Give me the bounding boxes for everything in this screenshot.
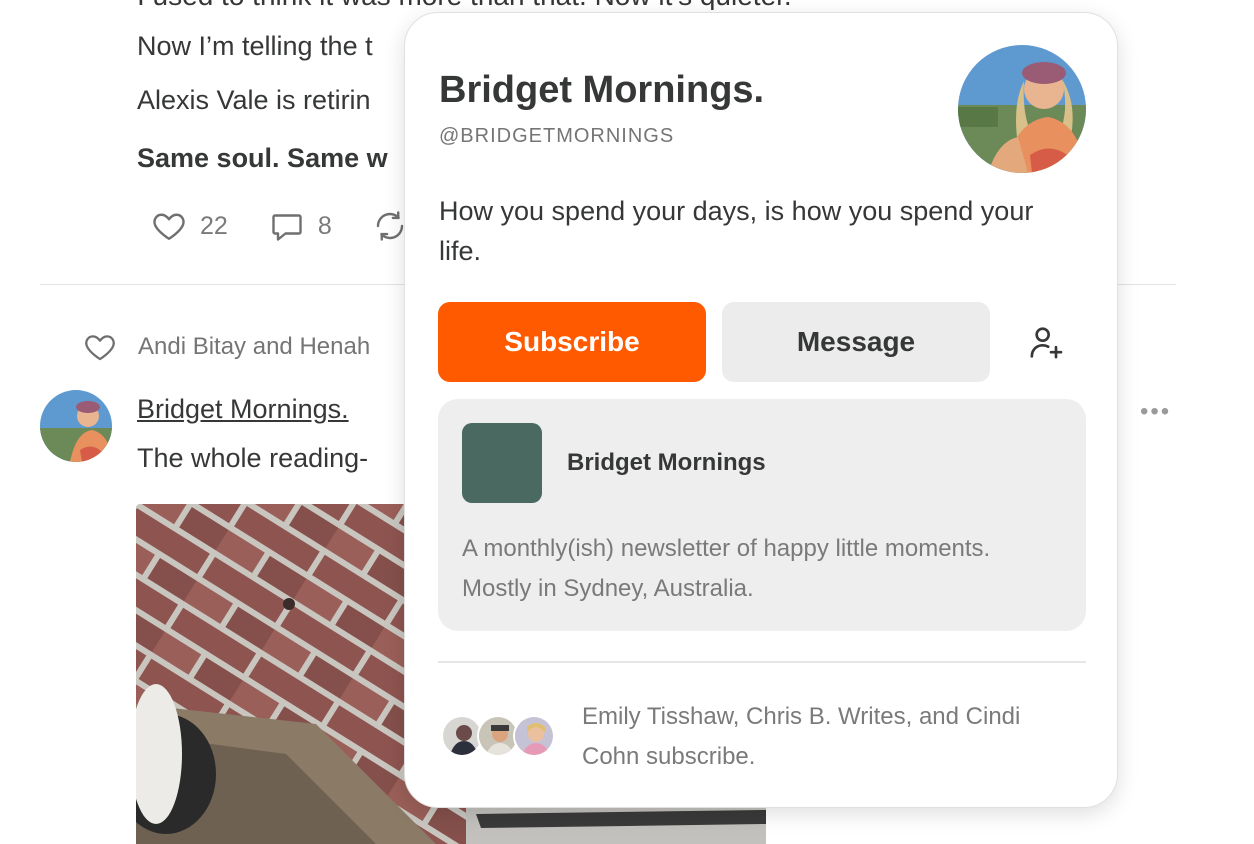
post-text-bold-line: Same soul. Same w xyxy=(137,143,388,173)
post-actions: 22 8 xyxy=(150,208,408,244)
author-name-link[interactable]: Bridget Mornings. xyxy=(137,394,349,425)
more-options-icon[interactable]: ••• xyxy=(1140,398,1171,426)
profile-handle: @BRIDGETMORNINGS xyxy=(439,125,675,147)
publication-description: A monthly(ish) newsletter of happy littl… xyxy=(462,535,991,602)
follow-button[interactable] xyxy=(1020,317,1072,369)
restack-icon xyxy=(376,211,403,241)
restack-button[interactable] xyxy=(372,208,408,244)
liked-by-text: Andi Bitay and Henah xyxy=(138,333,371,360)
comment-button[interactable]: 8 xyxy=(268,208,332,244)
publication-logo xyxy=(462,423,542,503)
post-text-line: Alexis Vale is retirin xyxy=(137,85,371,115)
message-button[interactable]: Message xyxy=(722,302,990,382)
liked-by-row: Andi Bitay and Henah xyxy=(82,330,370,364)
post-text-line: Now I’m telling the t xyxy=(137,31,373,61)
author-avatar[interactable] xyxy=(40,390,112,462)
avatar xyxy=(513,715,555,757)
card-divider xyxy=(438,661,1086,663)
profile-name[interactable]: Bridget Mornings. xyxy=(439,69,764,112)
profile-bio: How you spend your days, is how you spen… xyxy=(439,196,1034,266)
subscriber-avatars xyxy=(441,715,557,759)
subscribers-text: Emily Tisshaw, Chris B. Writes, and Cind… xyxy=(582,703,1021,770)
publication-card[interactable]: Bridget Mornings A monthly(ish) newslett… xyxy=(438,399,1086,631)
comment-icon xyxy=(272,214,302,241)
like-button[interactable]: 22 xyxy=(150,208,228,244)
like-count: 22 xyxy=(200,211,228,240)
post-body-text: The whole reading- xyxy=(137,443,369,473)
post-text-partial: I used to think it was more than that. N… xyxy=(137,0,837,10)
profile-avatar[interactable] xyxy=(958,45,1086,173)
heart-icon xyxy=(153,213,185,240)
publication-name: Bridget Mornings xyxy=(567,449,766,476)
comment-count: 8 xyxy=(317,211,332,240)
subscribe-button[interactable]: Subscribe xyxy=(438,302,706,382)
person-add-icon xyxy=(1030,327,1063,359)
heart-icon xyxy=(85,335,115,361)
profile-hover-card: Bridget Mornings. @BRIDGETMORNINGS How y… xyxy=(404,12,1118,808)
